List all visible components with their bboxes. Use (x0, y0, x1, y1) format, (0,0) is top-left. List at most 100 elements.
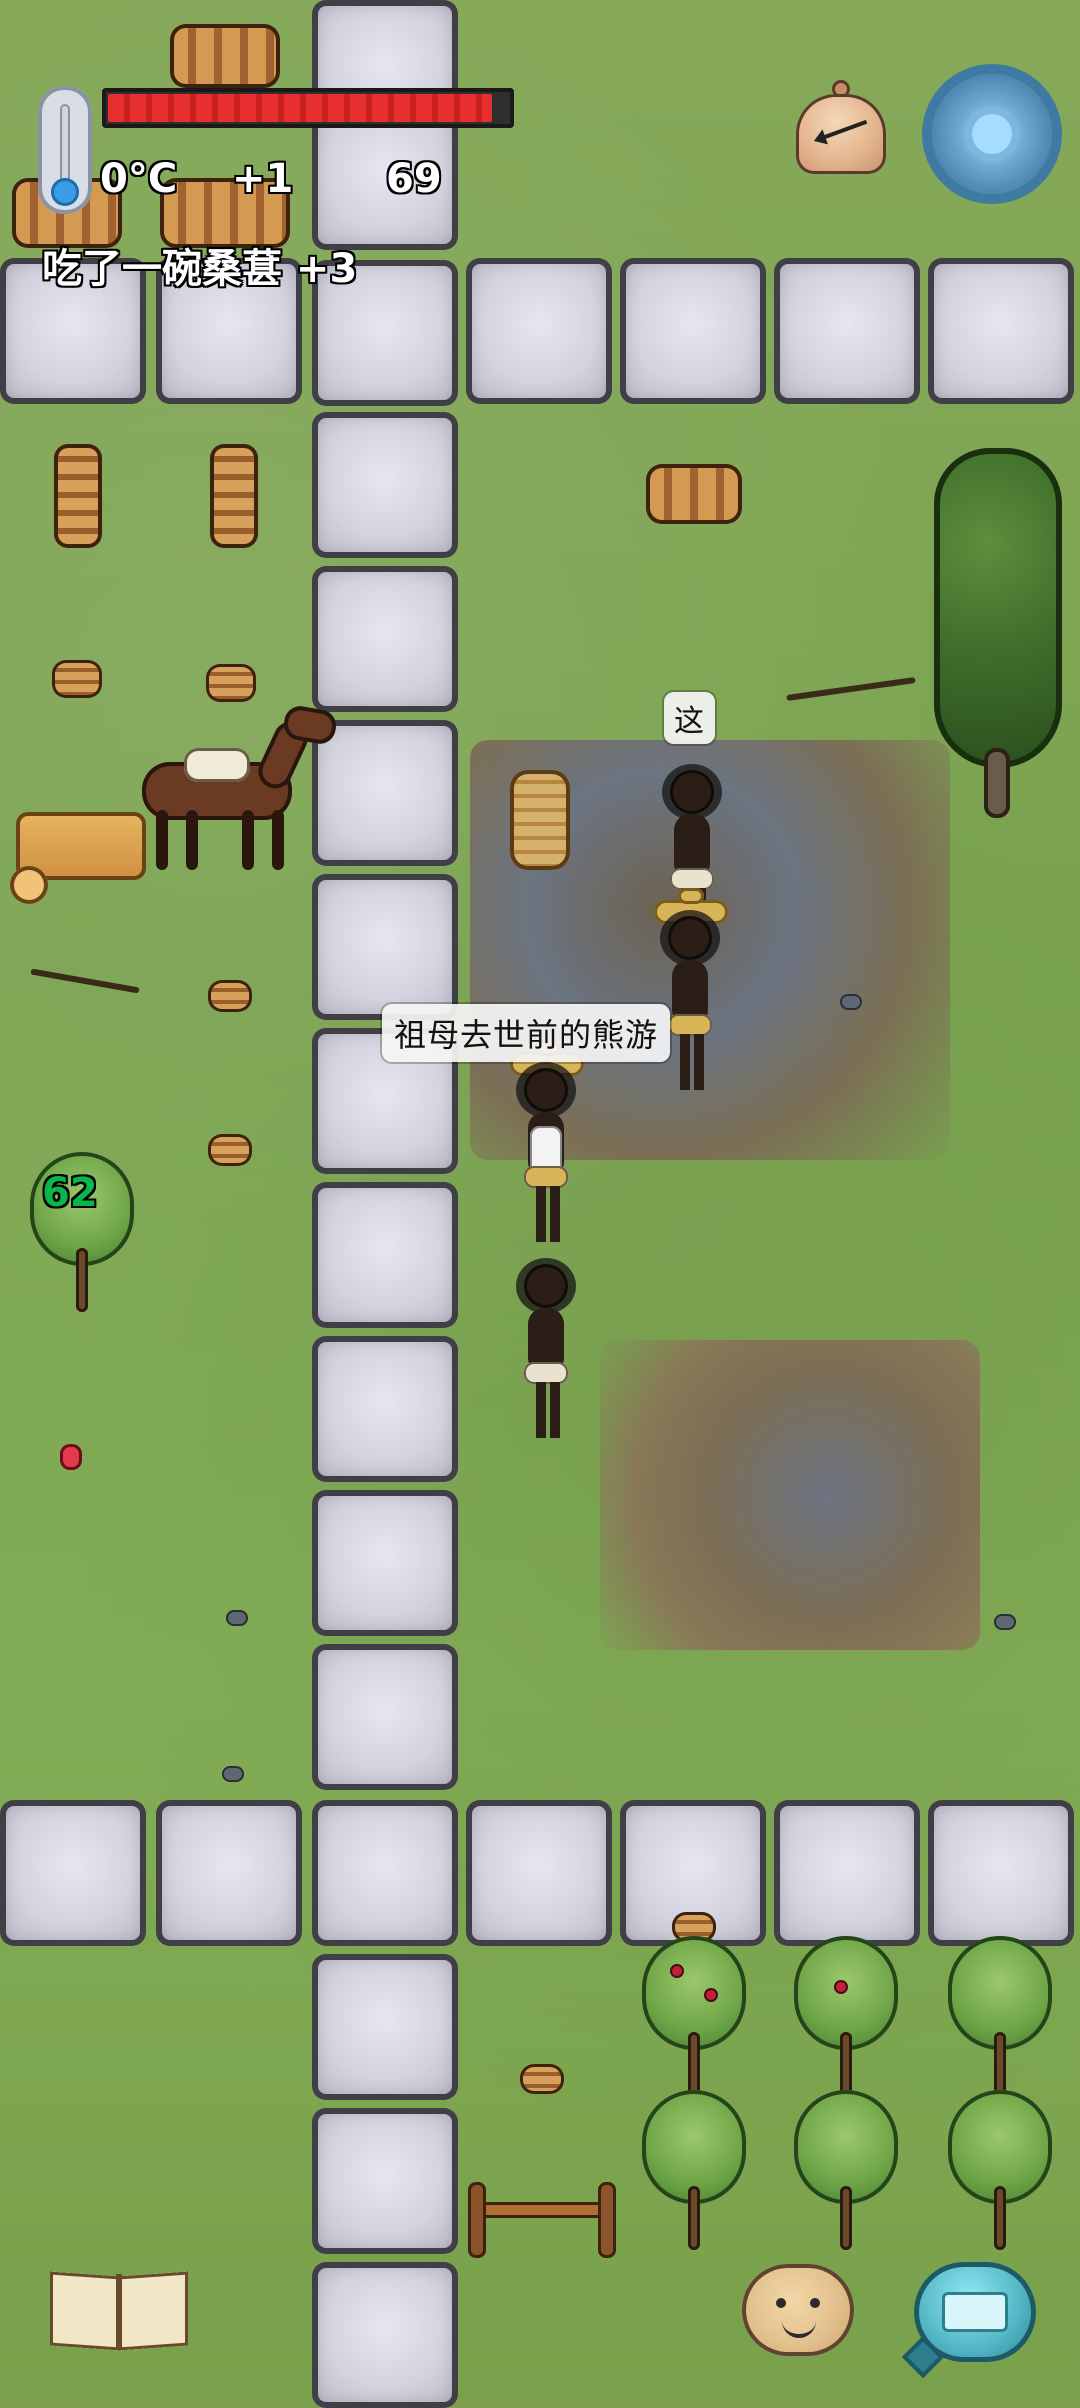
berry (672, 1966, 682, 1976)
kindling[interactable] (30, 968, 140, 994)
emote-icon[interactable] (742, 2264, 854, 2356)
character-leg (536, 1382, 546, 1438)
plant-number-label: 62 (42, 1170, 98, 1216)
character-head (524, 1264, 568, 1308)
status-message: 吃了一碗桑葚 +3 (42, 246, 358, 292)
saddle (184, 748, 250, 782)
horse-leg (156, 810, 168, 870)
stone-path-tile[interactable] (774, 1800, 920, 1946)
character-leg (536, 1186, 546, 1242)
bush-stem (688, 2186, 700, 2250)
horse[interactable] (124, 698, 339, 878)
bush-stem (76, 1248, 88, 1312)
temperature-label: 0°C (100, 156, 178, 202)
character-head (524, 1068, 568, 1112)
game-world[interactable]: 62 这 祖母去世前的熊游 (0, 0, 1080, 2408)
bell-body (796, 94, 886, 174)
food-bar (102, 88, 514, 128)
fence-rail (476, 2202, 612, 2218)
food-bar-fill (108, 94, 492, 122)
empty-bowl[interactable] (520, 2064, 564, 2094)
horse-leg (186, 810, 198, 870)
character-head (668, 916, 712, 960)
speech-bubble-top: 这 (664, 692, 715, 744)
woven-basket[interactable] (510, 770, 570, 870)
character-clothing (524, 1362, 568, 1384)
character-leg (550, 1382, 560, 1438)
book-icon[interactable] (44, 2264, 194, 2358)
book-left-page (50, 2271, 120, 2351)
small-rock[interactable] (226, 1610, 248, 1626)
grass-skirt (524, 1166, 568, 1188)
bush-stem (994, 2186, 1006, 2250)
gear-icon[interactable] (914, 56, 1070, 212)
clay-plate-stack[interactable] (54, 444, 102, 548)
tree-crown (934, 448, 1062, 768)
red-gem[interactable] (60, 1444, 82, 1470)
stone-path-tile[interactable] (312, 1800, 458, 1946)
berry-bush[interactable] (940, 1936, 1060, 2096)
berry-bush[interactable] (634, 1936, 754, 2096)
small-rock[interactable] (994, 1614, 1016, 1630)
bowl-of-berries[interactable] (208, 980, 252, 1012)
stone-path-tile[interactable] (928, 1800, 1074, 1946)
mud-patch[interactable] (600, 1340, 980, 1650)
berry (836, 1982, 846, 1992)
speech-bubble-main: 祖母去世前的熊游 (382, 1004, 671, 1062)
stone-path-tile[interactable] (466, 1800, 612, 1946)
fence[interactable] (462, 2182, 622, 2262)
bush-stem (840, 2186, 852, 2250)
firewood-pile[interactable] (646, 464, 742, 524)
book-spine (116, 2274, 122, 2348)
bowl-of-berries[interactable] (208, 1134, 252, 1166)
bush-stem (840, 2032, 852, 2096)
temperature-delta-label: +1 (232, 156, 294, 202)
stone-path-tile[interactable] (312, 1336, 458, 1482)
clay-plate-stack[interactable] (210, 444, 258, 548)
stone-path-tile[interactable] (466, 258, 612, 404)
stone-path-tile[interactable] (312, 1490, 458, 1636)
character-child-with-bowl[interactable] (510, 1258, 580, 1444)
grass-skirt (668, 1014, 712, 1036)
horse-leg (242, 810, 254, 870)
fence-post (468, 2182, 486, 2258)
bush-stem (688, 2032, 700, 2096)
berry-bush[interactable] (940, 2090, 1060, 2250)
cypress-tree[interactable] (928, 448, 1068, 818)
character-leg (680, 1034, 690, 1090)
stone-path-tile[interactable] (620, 258, 766, 404)
character-leg (550, 1186, 560, 1242)
stone-path-tile[interactable] (0, 1800, 146, 1946)
berry (706, 1990, 716, 2000)
branch[interactable] (786, 676, 916, 702)
stone-path-tile[interactable] (156, 1800, 302, 1946)
stone-path-tile[interactable] (312, 1182, 458, 1328)
firewood-pile[interactable] (170, 24, 280, 88)
keyboard-icon[interactable] (914, 2262, 1036, 2362)
stone-path-tile[interactable] (312, 874, 458, 1020)
keyboard-keys (942, 2292, 1008, 2332)
age-label: 69 (386, 156, 442, 202)
clay-plate[interactable] (206, 664, 256, 702)
character-leg (694, 1034, 704, 1090)
stone-path-tile[interactable] (312, 1954, 458, 2100)
bush-stem (994, 2032, 1006, 2096)
berry-bush[interactable] (634, 2090, 754, 2250)
stone-path-tile[interactable] (312, 566, 458, 712)
stone-path-tile[interactable] (312, 2108, 458, 2254)
bell-compass-icon[interactable] (786, 74, 896, 192)
berry-bush[interactable] (786, 1936, 906, 2096)
stone-path-tile[interactable] (774, 258, 920, 404)
berry-bush[interactable] (786, 2090, 906, 2250)
small-rock[interactable] (840, 994, 862, 1010)
player-character[interactable] (510, 1040, 584, 1248)
character-head (670, 770, 714, 814)
small-rock[interactable] (222, 1766, 244, 1782)
stone-path-tile[interactable] (312, 2262, 458, 2408)
tree-trunk (984, 748, 1010, 818)
stone-path-tile[interactable] (312, 412, 458, 558)
fence-post (598, 2182, 616, 2258)
clay-plate[interactable] (52, 660, 102, 698)
stone-path-tile[interactable] (928, 258, 1074, 404)
stone-path-tile[interactable] (312, 1644, 458, 1790)
